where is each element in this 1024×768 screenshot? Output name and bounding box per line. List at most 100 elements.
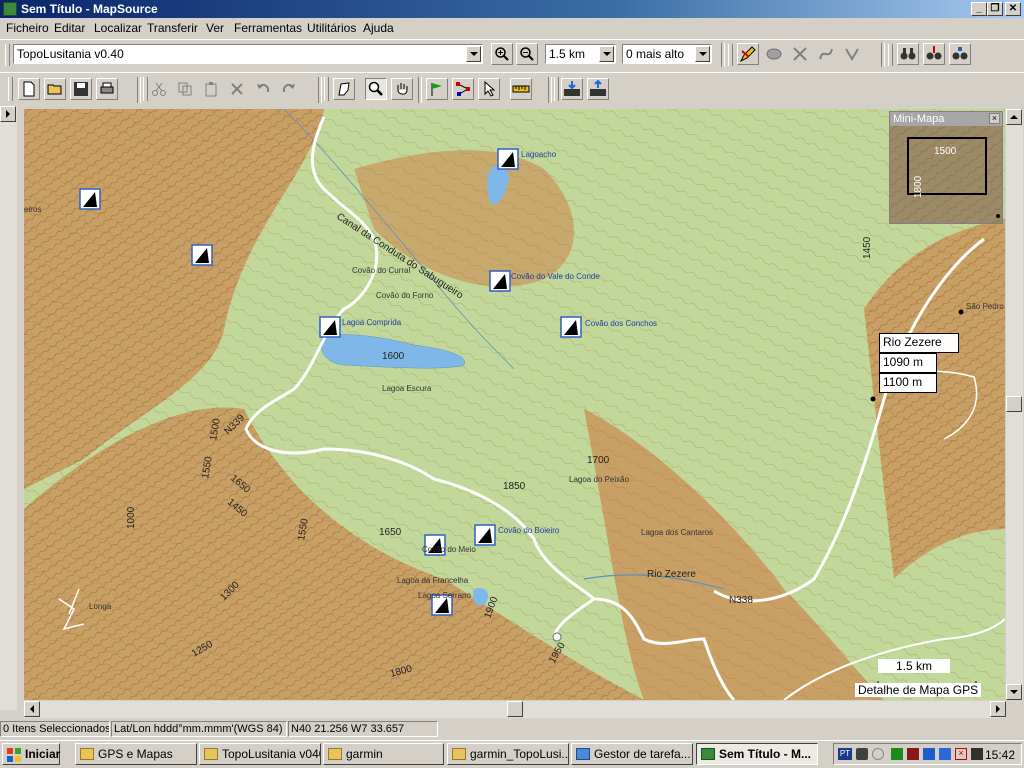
- start-button[interactable]: Iniciar: [2, 743, 60, 765]
- paste-button[interactable]: [200, 78, 222, 100]
- lake-poi-icon[interactable]: [474, 524, 496, 546]
- menu-transferir[interactable]: Transferir: [147, 21, 198, 35]
- toolbar-grip[interactable]: [888, 44, 893, 66]
- network-icon[interactable]: [872, 748, 884, 760]
- rio-zezere-point[interactable]: [870, 396, 876, 402]
- label-covao-forno: Covão do Forno: [376, 291, 434, 300]
- clock[interactable]: 15:42: [985, 748, 1015, 762]
- map-product-select[interactable]: TopoLusitania v0.40: [13, 44, 483, 64]
- route-tool-button[interactable]: [789, 43, 811, 65]
- connection-icon[interactable]: [939, 748, 951, 760]
- app-tray-icon[interactable]: [907, 748, 919, 760]
- track-tool-button[interactable]: [815, 43, 837, 65]
- save-button[interactable]: [70, 78, 92, 100]
- find-button[interactable]: [897, 43, 919, 65]
- scroll-right-arrow-icon[interactable]: [0, 106, 16, 122]
- task-topolusitania[interactable]: TopoLusitania v040: [199, 743, 321, 765]
- lake-poi-icon[interactable]: [191, 244, 213, 266]
- map-canvas[interactable]: Lagoacho eiros Covão do Curral Covão do …: [24, 109, 1005, 700]
- chevron-down-icon[interactable]: [466, 46, 481, 62]
- distance-tool-button[interactable]: [510, 78, 532, 100]
- route-draw-button[interactable]: [737, 43, 759, 65]
- menu-ficheiro[interactable]: Ficheiro: [6, 21, 49, 35]
- vertical-scroll-thumb[interactable]: [1006, 396, 1022, 412]
- restore-button[interactable]: ❐: [987, 2, 1003, 16]
- scroll-left-arrow-icon[interactable]: [24, 701, 40, 717]
- zoom-out-button[interactable]: [516, 43, 538, 65]
- lake-poi-icon[interactable]: [79, 188, 101, 210]
- new-button[interactable]: [18, 78, 40, 100]
- selection-tool-button[interactable]: [478, 78, 500, 100]
- toolbar-grip[interactable]: [728, 44, 733, 66]
- find-nearby-button[interactable]: [923, 43, 945, 65]
- antivirus-icon[interactable]: [891, 748, 903, 760]
- menu-editar[interactable]: Editar: [54, 21, 85, 35]
- topo-map[interactable]: Lagoacho eiros Covão do Curral Covão do …: [24, 109, 1005, 700]
- detail-level-select[interactable]: 0 mais alto: [622, 44, 712, 64]
- hand-pan-button[interactable]: [391, 78, 413, 100]
- toolbar-grip[interactable]: [5, 44, 10, 66]
- copy-button[interactable]: [174, 78, 196, 100]
- menu-ajuda[interactable]: Ajuda: [363, 21, 394, 35]
- horizontal-scrollbar[interactable]: [24, 701, 1006, 718]
- menu-localizar[interactable]: Localizar: [94, 21, 142, 35]
- close-icon[interactable]: ×: [989, 113, 1000, 124]
- mini-map-panel[interactable]: Mini-Mapa × 1500 1800: [889, 111, 1003, 224]
- task-gestor-tarefas[interactable]: Gestor de tarefa...: [571, 743, 693, 765]
- print-button[interactable]: [96, 78, 118, 100]
- disconnected-icon[interactable]: ×: [955, 748, 967, 760]
- monitor-icon[interactable]: [923, 748, 935, 760]
- mini-map-canvas[interactable]: 1500 1800: [890, 126, 1002, 223]
- scroll-up-arrow-icon[interactable]: [1006, 109, 1022, 125]
- vertical-scrollbar[interactable]: [1006, 109, 1023, 700]
- label-lagoa-peixao: Lagoa do Peixão: [569, 475, 630, 484]
- track-join-button[interactable]: [841, 43, 863, 65]
- status-selected: 0 Itens Seleccionados: [0, 721, 110, 737]
- task-mapsource[interactable]: Sem Título - M...: [696, 743, 818, 765]
- folder-icon: [452, 748, 466, 760]
- receive-from-device-button[interactable]: [561, 78, 583, 100]
- chevron-down-icon[interactable]: [695, 46, 710, 62]
- toolbar-grip[interactable]: [324, 77, 329, 101]
- sao-pedro-point[interactable]: [958, 309, 964, 315]
- find-places-button[interactable]: [949, 43, 971, 65]
- mini-map-title-bar[interactable]: Mini-Mapa ×: [890, 112, 1002, 126]
- zoom-tool-button[interactable]: [365, 78, 387, 100]
- volume-icon[interactable]: [856, 748, 868, 760]
- route-point-button[interactable]: [452, 78, 474, 100]
- language-indicator[interactable]: PT: [838, 748, 852, 760]
- route-edit-button[interactable]: [763, 43, 785, 65]
- lake-poi-icon[interactable]: [560, 316, 582, 338]
- cut-button[interactable]: [148, 78, 170, 100]
- minimize-button[interactable]: _: [971, 2, 987, 16]
- lake-poi-icon[interactable]: [497, 148, 519, 170]
- waypoint-tool-button[interactable]: [426, 78, 448, 100]
- lake-poi-icon[interactable]: [319, 316, 341, 338]
- task-gps-e-mapas[interactable]: GPS e Mapas: [75, 743, 197, 765]
- close-button[interactable]: ✕: [1005, 2, 1021, 16]
- undo-button[interactable]: [252, 78, 274, 100]
- horizontal-scroll-thumb[interactable]: [507, 701, 523, 717]
- elevation-label: 1600: [382, 351, 405, 362]
- task-garmin[interactable]: garmin: [323, 743, 444, 765]
- delete-button[interactable]: [226, 78, 248, 100]
- scroll-right-arrow-icon[interactable]: [990, 701, 1006, 717]
- zoom-scale-value: 1.5 km: [549, 47, 586, 61]
- scroll-down-arrow-icon[interactable]: [1006, 684, 1022, 700]
- redo-button[interactable]: [278, 78, 300, 100]
- map-select-button[interactable]: [333, 78, 355, 100]
- left-scrollbar[interactable]: [0, 106, 17, 710]
- menu-ferramentas[interactable]: Ferramentas: [234, 21, 302, 35]
- task-garmin-topolusi[interactable]: garmin_TopoLusi...: [447, 743, 569, 765]
- menu-utilitarios[interactable]: Utilitários: [307, 21, 356, 35]
- open-button[interactable]: [44, 78, 66, 100]
- zoom-in-button[interactable]: [491, 43, 513, 65]
- menu-ver[interactable]: Ver: [206, 21, 224, 35]
- toolbar-grip[interactable]: [8, 77, 13, 101]
- lake-poi-icon[interactable]: [489, 270, 511, 292]
- chevron-down-icon[interactable]: [599, 46, 614, 62]
- zoom-scale-select[interactable]: 1.5 km: [545, 44, 616, 64]
- speaker-icon[interactable]: [971, 748, 983, 760]
- toolbar-grip[interactable]: [554, 77, 559, 101]
- send-to-device-button[interactable]: [587, 78, 609, 100]
